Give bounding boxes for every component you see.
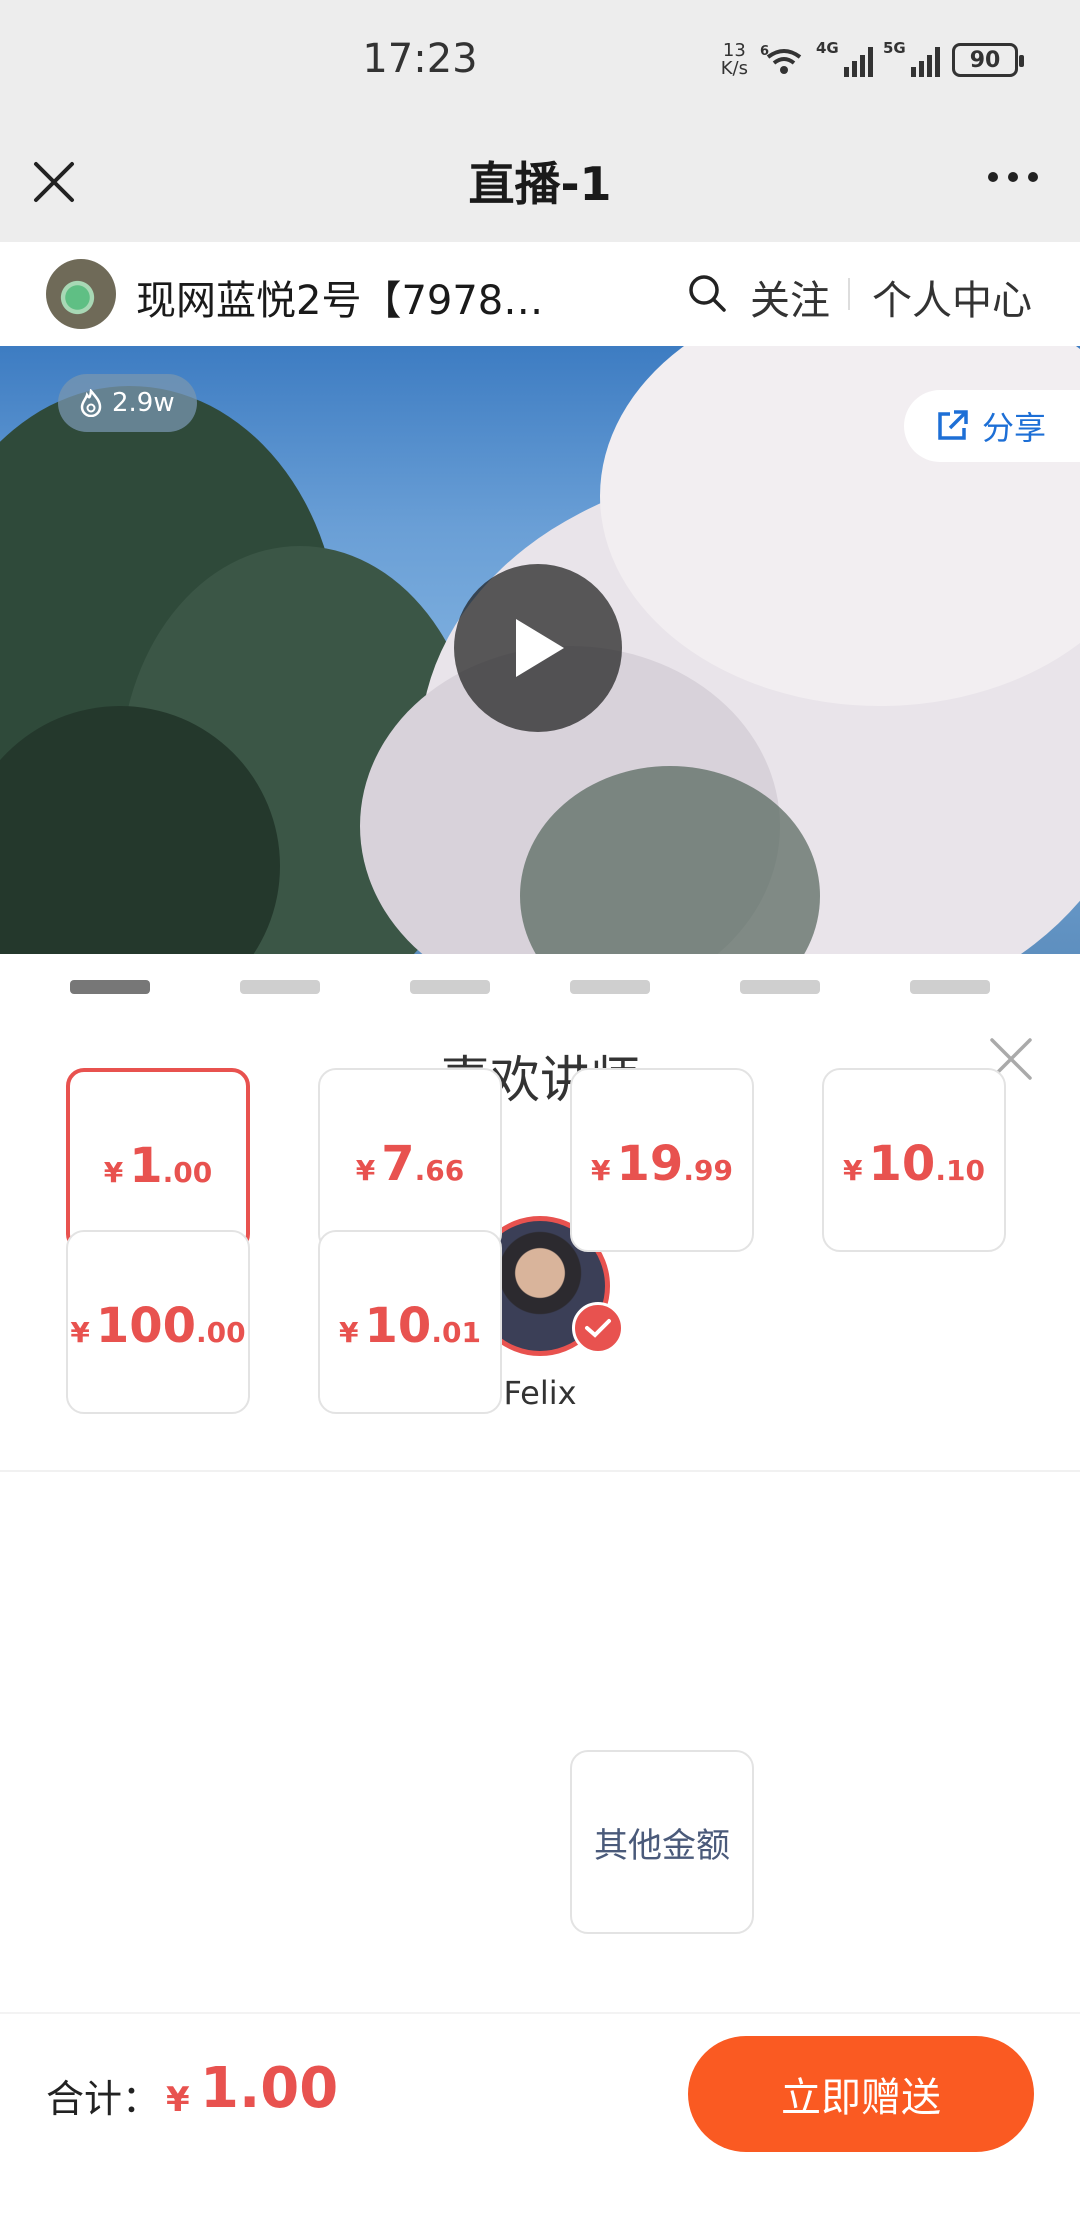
amount-option[interactable]: ¥100.00 — [66, 1230, 250, 1414]
check-icon — [572, 1302, 624, 1354]
amount-integer: 19 — [616, 1136, 684, 1192]
status-bar: 17:23 13 K/s 6 4G 5G 90 — [0, 0, 1080, 120]
view-count-badge: 2.9w — [58, 374, 197, 432]
share-label: 分享 — [982, 409, 1047, 447]
status-time: 17:23 — [362, 36, 478, 82]
divider — [0, 1470, 1080, 1472]
amount-currency: ¥ — [339, 1316, 359, 1349]
reward-sheet: 喜欢讲师 Felix ¥1.00 ¥7.66 ¥19.99 ¥10.10 ¥100.00… — [0, 1000, 1080, 2228]
more-icon[interactable] — [988, 172, 1038, 182]
flame-icon — [80, 389, 102, 417]
amount-option[interactable]: ¥7.66 — [318, 1068, 502, 1252]
amount-option[interactable]: ¥10.10 — [822, 1068, 1006, 1252]
divider — [0, 2012, 1080, 2014]
battery-icon: 90 — [952, 43, 1024, 77]
amount-option[interactable]: ¥1.00 — [66, 1068, 250, 1252]
view-count: 2.9w — [112, 388, 175, 418]
tab-strip-obscured — [0, 954, 1080, 1000]
channel-name[interactable]: 现网蓝悦2号【7978… — [136, 268, 556, 326]
amount-integer: 100 — [95, 1298, 197, 1354]
amount-decimal: .10 — [935, 1154, 985, 1187]
amount-currency: ¥ — [70, 1316, 90, 1349]
amount-integer: 1 — [129, 1138, 163, 1194]
amount-currency: ¥ — [591, 1154, 611, 1187]
amount-integer: 10 — [868, 1136, 936, 1192]
amount-decimal: .99 — [683, 1154, 733, 1187]
share-icon — [938, 410, 968, 440]
amount-currency: ¥ — [103, 1156, 124, 1189]
amount-decimal: .00 — [196, 1316, 246, 1349]
channel-bar: 现网蓝悦2号【7978… 关注 个人中心 — [0, 242, 1080, 346]
play-icon — [516, 619, 564, 677]
svg-text:6: 6 — [760, 44, 769, 59]
network-speed: 13 K/s — [720, 40, 748, 79]
amount-decimal: .66 — [414, 1154, 465, 1187]
amount-currency: ¥ — [355, 1154, 376, 1187]
amount-decimal: .00 — [162, 1156, 213, 1189]
divider — [848, 278, 850, 310]
signal-5g-icon: 5G — [883, 39, 940, 77]
amount-decimal: .01 — [431, 1316, 481, 1349]
amount-currency: ¥ — [843, 1154, 863, 1187]
total-label: 合计： — [46, 2077, 161, 2121]
amount-integer: 7 — [381, 1136, 415, 1192]
send-button[interactable]: 立即赠送 — [688, 2036, 1034, 2152]
personal-center-link[interactable]: 个人中心 — [872, 268, 1032, 326]
amount-option[interactable]: ¥19.99 — [570, 1068, 754, 1252]
video-player[interactable]: 2.9w 分享 — [0, 346, 1080, 954]
search-icon[interactable] — [686, 272, 728, 314]
share-button[interactable]: 分享 — [904, 390, 1080, 462]
other-amount-button[interactable]: 其他金额 — [570, 1750, 754, 1934]
signal-4g-icon: 4G — [816, 39, 873, 77]
channel-avatar[interactable] — [46, 259, 116, 329]
title-bar: 直播-1 — [0, 120, 1080, 242]
amount-integer: 10 — [364, 1298, 432, 1354]
page-title: 直播-1 — [468, 157, 612, 211]
total-currency: ¥ — [166, 2080, 190, 2120]
amount-option[interactable]: ¥10.01 — [318, 1230, 502, 1414]
status-icons: 13 K/s 6 4G 5G 90 — [720, 39, 1024, 79]
total-value: 1.00 — [200, 2056, 339, 2121]
play-button[interactable] — [454, 564, 622, 732]
wifi-icon: 6 — [760, 44, 802, 74]
follow-button[interactable]: 关注 — [750, 268, 830, 326]
